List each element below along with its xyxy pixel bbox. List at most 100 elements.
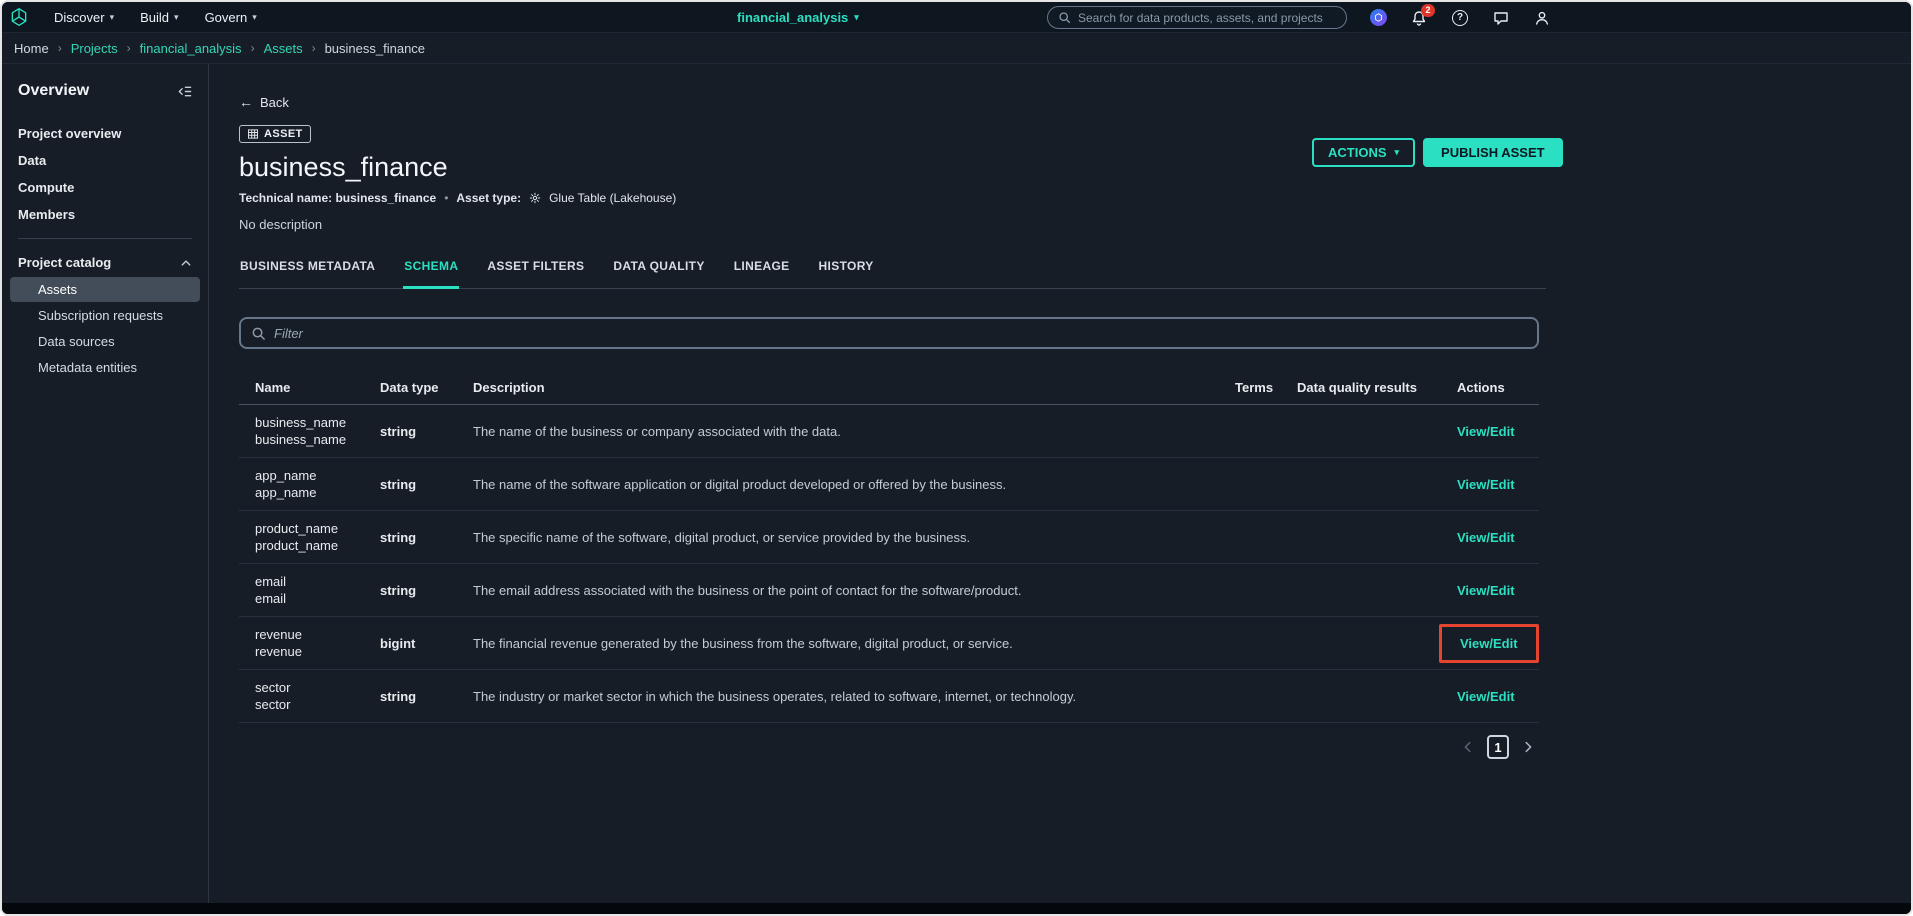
top-icons: 2 ? (1369, 2, 1551, 33)
pagination: 1 (239, 735, 1539, 759)
previous-page-icon[interactable] (1461, 740, 1475, 754)
column-name: email (255, 574, 287, 589)
view-edit-link[interactable]: View/Edit (1457, 530, 1515, 545)
actions-button[interactable]: ACTIONS ▾ (1312, 138, 1416, 167)
table-grid-icon (248, 129, 258, 139)
menu-discover[interactable]: Discover ▾ (54, 10, 114, 25)
sidebar-section-project-catalog[interactable]: Project catalog (2, 249, 208, 276)
main-content: ← Back ASSET business_finance Technical … (209, 64, 1911, 903)
top-menus: Discover ▾ Build ▾ Govern ▾ (54, 10, 257, 25)
view-edit-link[interactable]: View/Edit (1457, 424, 1515, 439)
schema-filter[interactable] (239, 317, 1539, 349)
assistant-icon[interactable] (1369, 9, 1387, 27)
page-number[interactable]: 1 (1487, 735, 1509, 759)
name-cell: revenue revenue (255, 617, 380, 669)
breadcrumb-home[interactable]: Home (14, 41, 49, 56)
tab-business-metadata[interactable]: BUSINESS METADATA (239, 259, 376, 289)
view-edit-link[interactable]: View/Edit (1460, 636, 1518, 651)
column-name: revenue (255, 627, 302, 642)
column-header-data-quality-results: Data quality results (1297, 380, 1417, 395)
data-type-cell: string (380, 476, 417, 492)
notifications-bell-icon[interactable]: 2 (1410, 3, 1435, 27)
description-cell: The name of the software application or … (473, 476, 1007, 492)
project-selector[interactable]: financial_analysis ▾ (737, 2, 859, 33)
description-cell: The industry or market sector in which t… (473, 688, 1077, 704)
chevron-down-icon: ▾ (1394, 147, 1400, 157)
description-cell: The financial revenue generated by the b… (473, 635, 1013, 651)
user-profile-icon[interactable] (1533, 9, 1551, 27)
sidebar-item-data-sources[interactable]: Data sources (10, 329, 200, 354)
table-row: business_name business_name string The n… (239, 405, 1539, 458)
actions-cell: View/Edit (1457, 477, 1539, 492)
data-type-cell: bigint (380, 635, 416, 651)
name-cell: email email (255, 564, 380, 616)
menu-label: Discover (54, 9, 105, 25)
menu-build[interactable]: Build ▾ (140, 10, 178, 25)
view-edit-link[interactable]: View/Edit (1457, 477, 1515, 492)
annotation-highlight-box: View/Edit (1439, 623, 1539, 663)
view-edit-link[interactable]: View/Edit (1457, 689, 1515, 704)
description-cell: The name of the business or company asso… (473, 423, 841, 439)
tab-lineage[interactable]: LINEAGE (733, 259, 791, 289)
column-technical-name: email (255, 591, 287, 606)
bullet-separator: • (444, 191, 449, 205)
back-link[interactable]: ← Back (239, 94, 289, 110)
filter-input[interactable] (274, 325, 1527, 341)
asset-meta: Technical name: business_finance • Asset… (239, 191, 1911, 205)
breadcrumb-separator-icon: › (57, 41, 62, 55)
tab-schema[interactable]: SCHEMA (403, 259, 460, 289)
sidebar-item-subscription-requests[interactable]: Subscription requests (10, 303, 200, 328)
global-search[interactable] (1047, 6, 1347, 29)
data-type-cell: string (380, 688, 417, 704)
collapse-sidebar-icon[interactable] (177, 84, 192, 99)
tab-asset-filters[interactable]: ASSET FILTERS (486, 259, 585, 289)
breadcrumb-separator-icon: › (126, 41, 131, 55)
search-input[interactable] (1078, 10, 1336, 25)
description-cell: The specific name of the software, digit… (473, 529, 971, 545)
asset-badge-label: ASSET (264, 128, 303, 140)
table-row: app_name app_name string The name of the… (239, 458, 1539, 511)
help-icon[interactable]: ? (1451, 9, 1469, 27)
asset-type-badge: ASSET (239, 125, 311, 143)
app-logo-icon[interactable] (2, 2, 36, 33)
sidebar-item-assets[interactable]: Assets (10, 277, 200, 302)
chevron-down-icon: ▾ (252, 11, 257, 22)
sidebar-title: Overview (18, 82, 90, 99)
sidebar: Overview Project overview Data Compute M… (2, 64, 209, 903)
chevron-down-icon: ▾ (174, 11, 179, 22)
tab-data-quality[interactable]: DATA QUALITY (612, 259, 705, 289)
tab-history[interactable]: HISTORY (818, 259, 875, 289)
column-technical-name: revenue (255, 644, 302, 659)
breadcrumb-assets[interactable]: Assets (264, 41, 303, 56)
breadcrumb-projects[interactable]: Projects (71, 41, 118, 56)
view-edit-link[interactable]: View/Edit (1457, 583, 1515, 598)
page-title: business_finance (239, 152, 448, 182)
name-cell: business_name business_name (255, 405, 380, 457)
chevron-up-icon (180, 257, 192, 269)
sidebar-item-data[interactable]: Data (2, 147, 208, 174)
actions-cell: View/Edit (1457, 689, 1539, 704)
column-technical-name: business_name (255, 432, 347, 447)
menu-label: Govern (204, 9, 248, 25)
next-page-icon[interactable] (1521, 740, 1535, 754)
top-navigation: Discover ▾ Build ▾ Govern ▾ financial_an… (2, 2, 1911, 33)
feedback-icon[interactable] (1492, 9, 1510, 27)
sidebar-item-metadata-entities[interactable]: Metadata entities (10, 355, 200, 380)
sidebar-item-members[interactable]: Members (2, 201, 208, 228)
column-name: business_name (255, 415, 347, 430)
publish-asset-button[interactable]: PUBLISH ASSET (1423, 138, 1563, 167)
description-cell: The email address associated with the bu… (473, 582, 1022, 598)
breadcrumb-project[interactable]: financial_analysis (140, 41, 242, 56)
app-window: Discover ▾ Build ▾ Govern ▾ financial_an… (0, 0, 1913, 916)
table-row: product_name product_name string The spe… (239, 511, 1539, 564)
name-cell: product_name product_name (255, 511, 380, 563)
sidebar-item-compute[interactable]: Compute (2, 174, 208, 201)
menu-govern[interactable]: Govern ▾ (205, 10, 257, 25)
glue-icon (529, 192, 541, 204)
column-header-description: Description (473, 380, 545, 395)
notification-count-badge: 2 (1421, 3, 1435, 17)
sidebar-item-project-overview[interactable]: Project overview (2, 120, 208, 147)
chevron-down-icon: ▾ (854, 12, 859, 22)
data-type-cell: string (380, 582, 417, 598)
actions-cell: View/Edit (1457, 530, 1539, 545)
